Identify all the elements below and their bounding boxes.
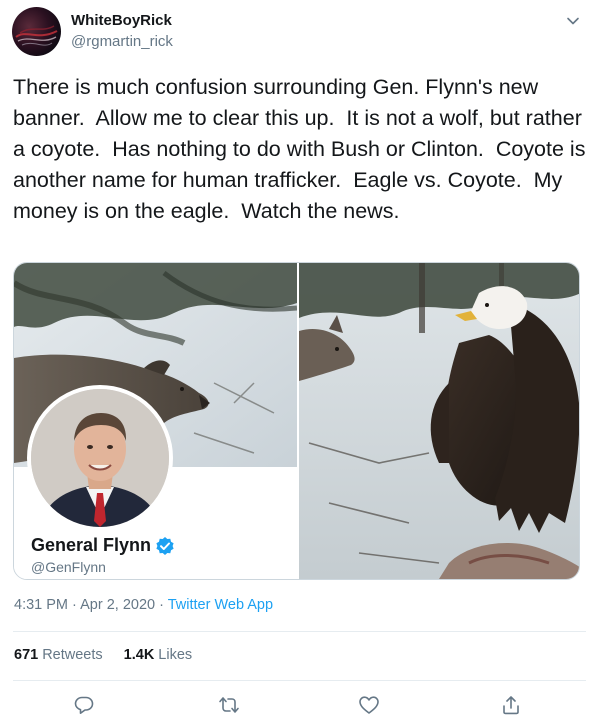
meta-separator: ·	[72, 597, 77, 613]
retweet-icon[interactable]	[218, 694, 240, 716]
retweets-stat[interactable]: 671 Retweets	[14, 647, 103, 663]
tweet-date[interactable]: Apr 2, 2020	[80, 597, 155, 613]
chevron-down-icon[interactable]	[562, 10, 584, 32]
tweet-source-link[interactable]: Twitter Web App	[168, 597, 273, 613]
divider	[13, 680, 586, 681]
likes-stat[interactable]: 1.4K Likes	[124, 647, 193, 663]
profile-card-name-text: General Flynn	[31, 535, 152, 555]
user-display-name[interactable]: WhiteBoyRick	[71, 12, 172, 29]
tweet-media: General Flynn @GenFlynn	[13, 262, 580, 580]
reply-icon[interactable]	[73, 694, 95, 716]
heart-icon[interactable]	[358, 694, 380, 716]
divider	[13, 631, 586, 632]
tweet-stats: 671 Retweets 1.4K Likes	[14, 647, 213, 663]
profile-banner-image[interactable]: General Flynn @GenFlynn	[14, 263, 297, 579]
retweets-count: 671	[14, 647, 39, 663]
likes-count: 1.4K	[123, 647, 155, 663]
tweet: WhiteBoyRick @rgmartin_rick There is muc…	[0, 0, 599, 726]
eagle-coyote-image[interactable]	[299, 263, 579, 579]
profile-card-name: General Flynn	[31, 535, 175, 556]
meta-separator: ·	[159, 597, 164, 613]
tweet-text: There is much confusion surrounding Gen.…	[13, 75, 592, 223]
verified-badge-icon	[155, 536, 175, 556]
profile-card-handle: @GenFlynn	[31, 559, 106, 575]
share-icon[interactable]	[500, 694, 522, 716]
profile-photo[interactable]	[27, 385, 173, 531]
user-handle[interactable]: @rgmartin_rick	[71, 33, 173, 50]
likes-label: Likes	[158, 647, 193, 663]
tweet-time[interactable]: 4:31 PM	[14, 597, 68, 613]
user-avatar[interactable]	[12, 7, 61, 56]
retweets-label: Retweets	[42, 647, 103, 663]
tweet-meta: 4:31 PM · Apr 2, 2020 · Twitter Web App	[14, 597, 273, 613]
